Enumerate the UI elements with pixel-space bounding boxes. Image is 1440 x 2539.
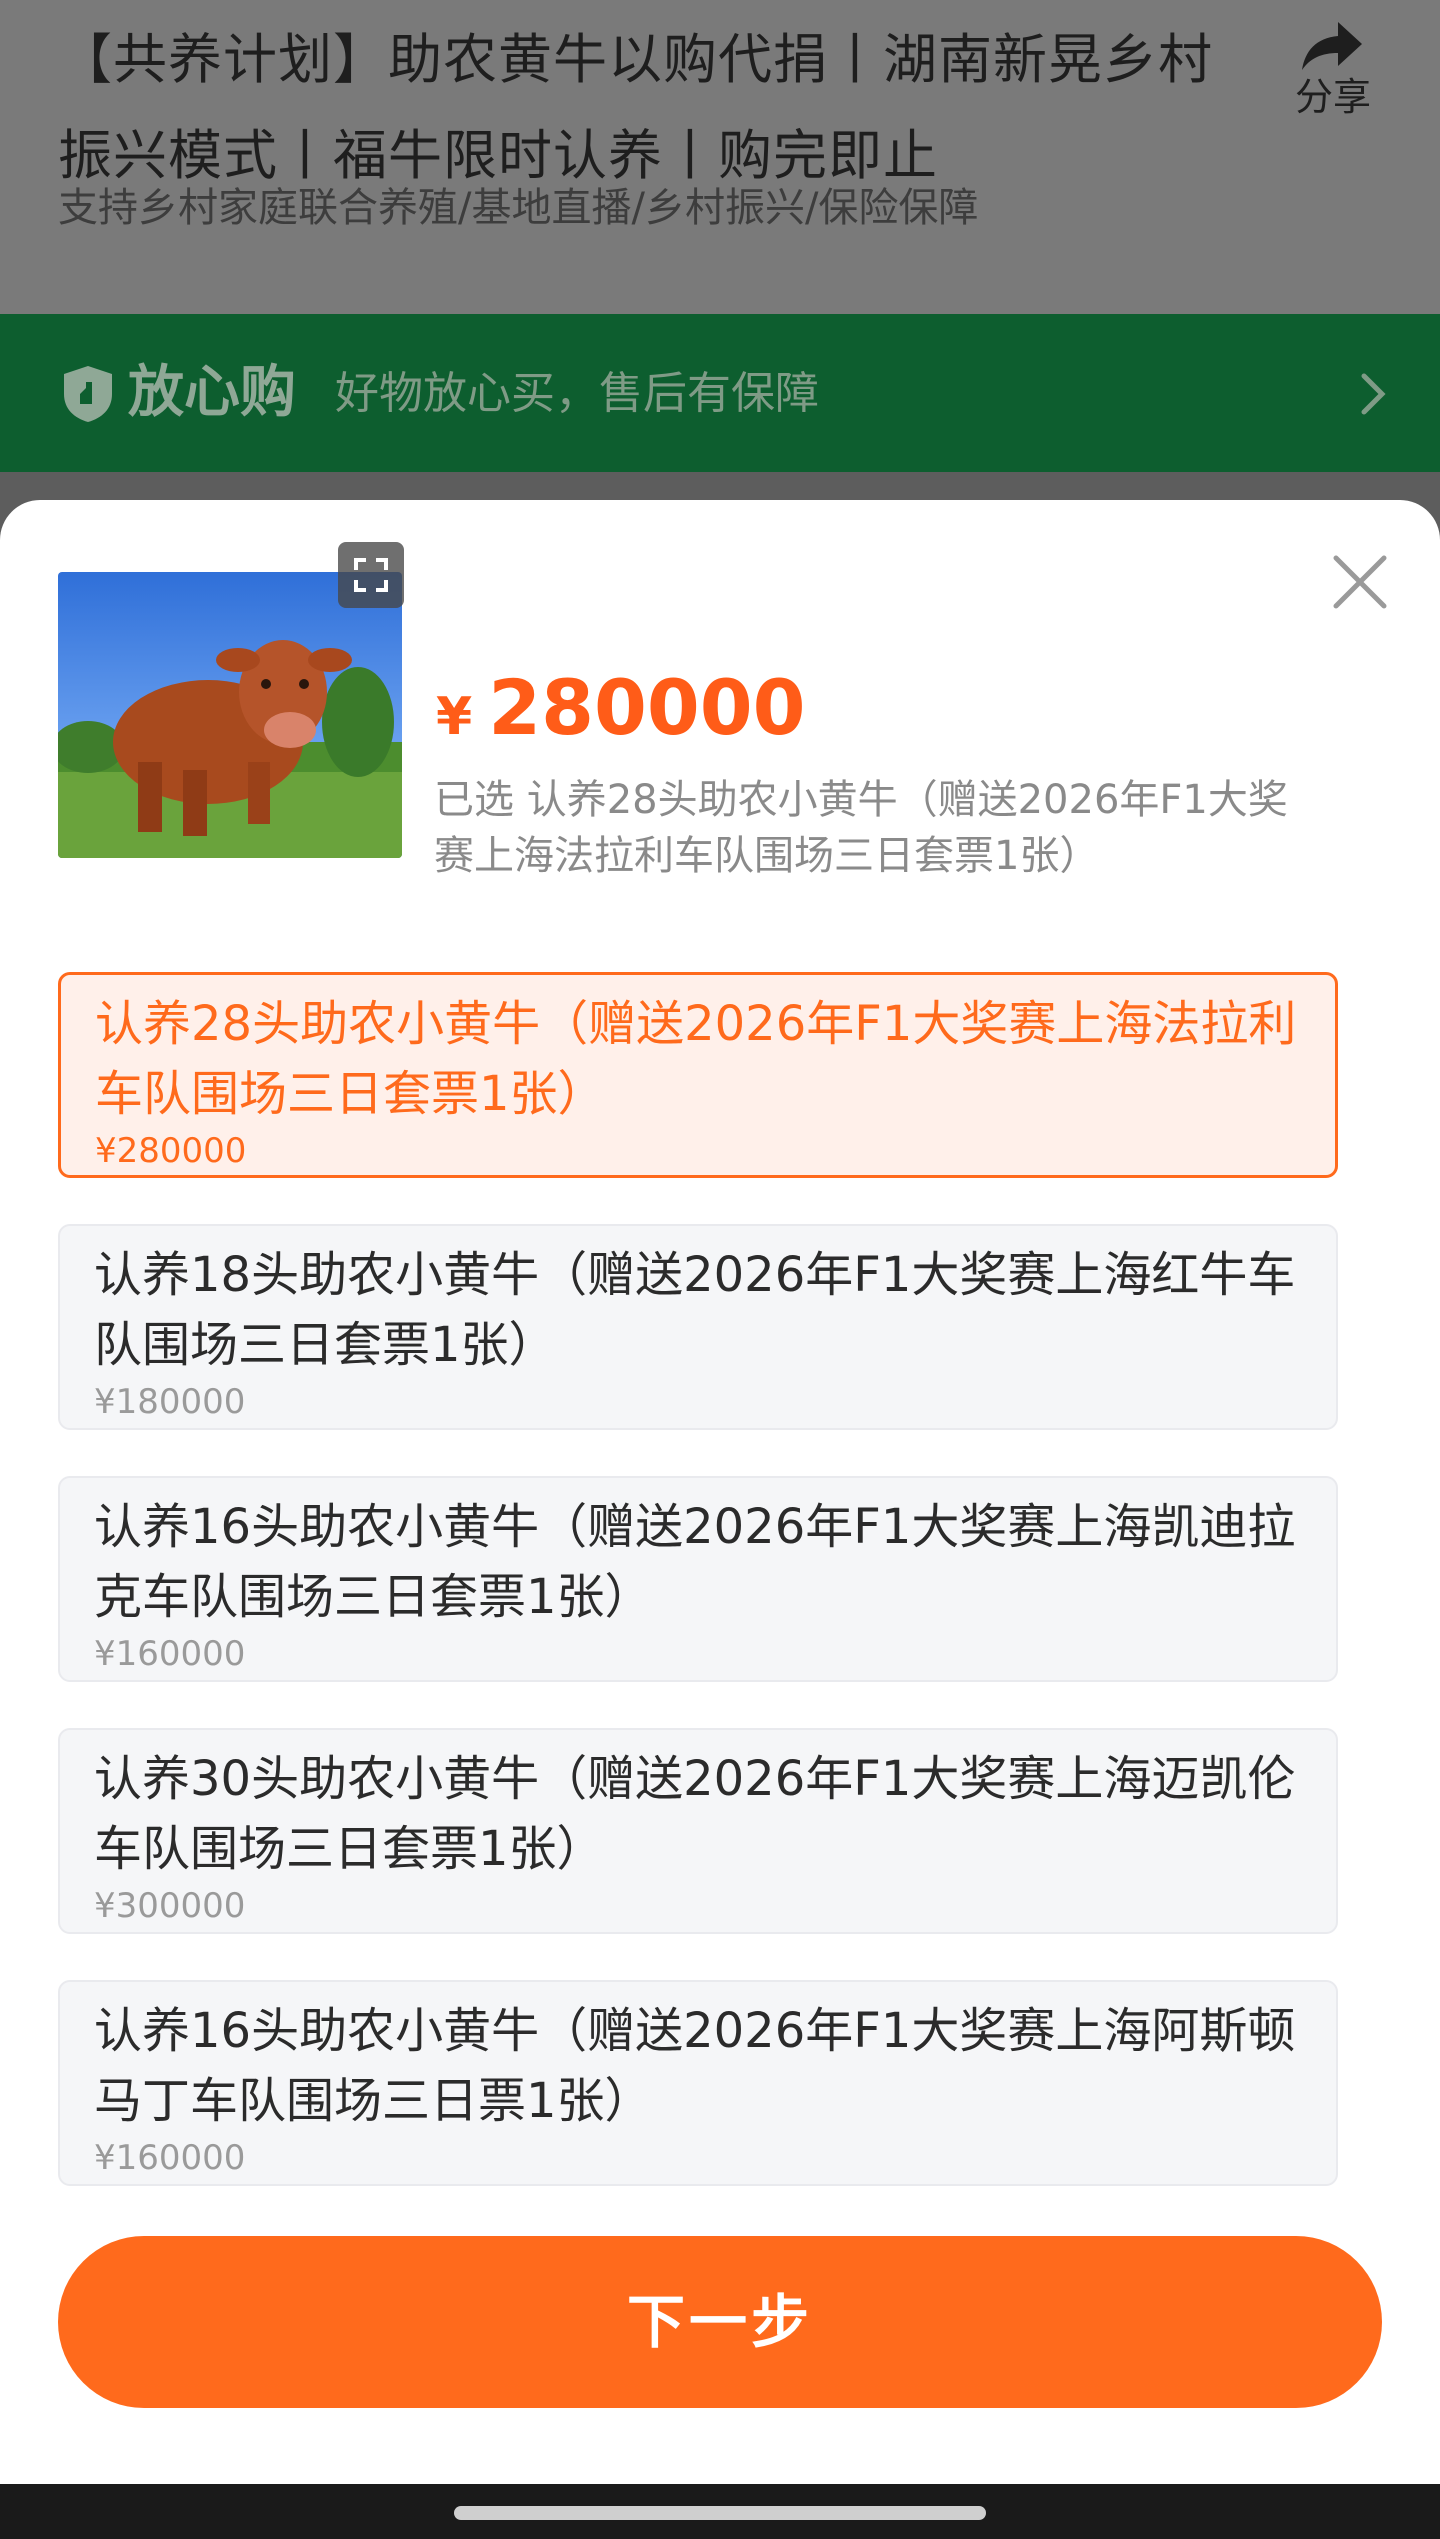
product-subtitle: 支持乡村家庭联合养殖/基地直播/乡村振兴/保险保障	[58, 185, 979, 231]
sku-option-name: 认养18头助农小黄牛（赠送2026年F1大奖赛上海红牛车队围场三日套票1张）	[94, 1247, 1296, 1373]
sku-option-name: 认养16头助农小黄牛（赠送2026年F1大奖赛上海阿斯顿马丁车队围场三日票1张）	[94, 2003, 1296, 2129]
cattle-image	[58, 572, 402, 858]
product-title: 【共养计划】助农黄牛以购代捐丨湖南新晃乡村振兴模式丨福牛限时认养丨购完即止	[58, 28, 1213, 187]
sku-option-name: 认养30头助农小黄牛（赠送2026年F1大奖赛上海迈凯伦车队围场三日套票1张）	[94, 1751, 1296, 1877]
share-label: 分享	[1294, 75, 1371, 119]
selected-price: ¥280000	[436, 658, 805, 767]
home-indicator[interactable]	[454, 2506, 986, 2520]
sku-option[interactable]: 认养30头助农小黄牛（赠送2026年F1大奖赛上海迈凯伦车队围场三日套票1张） …	[58, 1728, 1338, 1934]
selected-summary: 已选 认养28头助农小黄牛（赠送2026年F1大奖赛上海法拉利车队围场三日套票1…	[434, 777, 1288, 879]
close-icon[interactable]	[1328, 550, 1392, 614]
sku-selection-sheet: ¥280000 已选 认养28头助农小黄牛（赠送2026年F1大奖赛上海法拉利车…	[0, 500, 1440, 2484]
expand-icon[interactable]	[338, 542, 404, 608]
sku-option-name: 认养28头助农小黄牛（赠送2026年F1大奖赛上海法拉利车队围场三日套票1张）	[95, 996, 1297, 1122]
sku-option-price: ¥180000	[94, 1382, 246, 1422]
next-step-button[interactable]: 下一步	[58, 2236, 1382, 2408]
product-thumbnail[interactable]	[58, 572, 402, 858]
sku-option[interactable]: 认养16头助农小黄牛（赠送2026年F1大奖赛上海凯迪拉克车队围场三日套票1张）…	[58, 1476, 1338, 1682]
chevron-right-icon	[1361, 373, 1386, 415]
currency-symbol: ¥	[436, 687, 473, 747]
sku-option[interactable]: 认养28头助农小黄牛（赠送2026年F1大奖赛上海法拉利车队围场三日套票1张） …	[58, 972, 1338, 1178]
assurance-title: 放心购	[128, 360, 296, 425]
share-icon	[1302, 22, 1362, 70]
sku-option-price: ¥160000	[94, 1634, 246, 1674]
sku-option-price: ¥160000	[94, 2138, 246, 2178]
sku-option[interactable]: 认养18头助农小黄牛（赠送2026年F1大奖赛上海红牛车队围场三日套票1张） ¥…	[58, 1224, 1338, 1430]
share-button[interactable]: 分享	[1278, 18, 1388, 120]
sku-option-name: 认养16头助农小黄牛（赠送2026年F1大奖赛上海凯迪拉克车队围场三日套票1张）	[94, 1499, 1296, 1625]
price-value: 280000	[488, 663, 806, 752]
shield-icon	[64, 366, 112, 422]
assurance-bar[interactable]: 放心购 好物放心买，售后有保障	[0, 314, 1440, 472]
sku-option-price: ¥280000	[95, 1131, 247, 1171]
product-header: 【共养计划】助农黄牛以购代捐丨湖南新晃乡村振兴模式丨福牛限时认养丨购完即止 支持…	[0, 0, 1440, 314]
system-nav-bar	[0, 2484, 1440, 2539]
sku-options: 认养28头助农小黄牛（赠送2026年F1大奖赛上海法拉利车队围场三日套票1张） …	[58, 972, 1338, 2232]
sku-option[interactable]: 认养16头助农小黄牛（赠送2026年F1大奖赛上海阿斯顿马丁车队围场三日票1张）…	[58, 1980, 1338, 2186]
sku-option-price: ¥300000	[94, 1886, 246, 1926]
assurance-description: 好物放心买，售后有保障	[335, 368, 819, 419]
